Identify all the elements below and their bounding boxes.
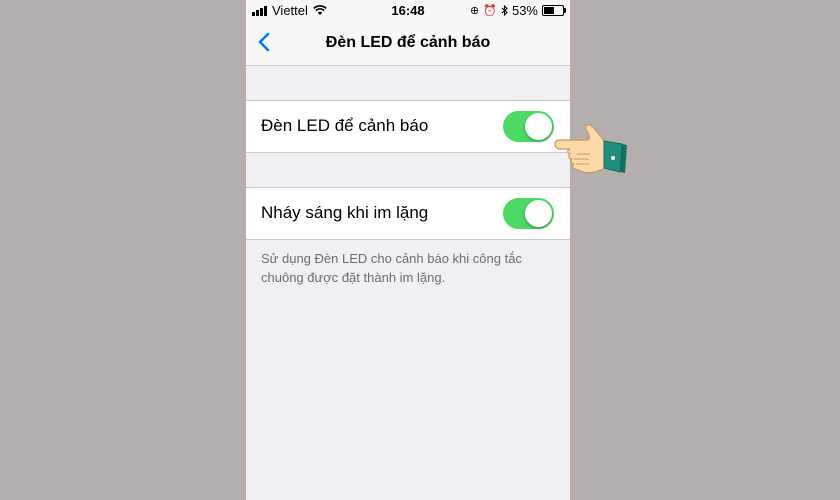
battery-icon <box>542 5 566 16</box>
toggle-knob <box>525 113 552 140</box>
page-title: Đèn LED để cảnh báo <box>325 34 491 51</box>
bluetooth-icon <box>501 5 508 16</box>
pointing-hand-icon <box>554 124 627 174</box>
flash-on-silent-row: Nháy sáng khi im lặng <box>246 187 570 240</box>
navigation-bar: Đèn LED để cảnh báo <box>246 20 570 66</box>
led-alert-label: Đèn LED để cảnh báo <box>261 116 429 135</box>
led-alert-row: Đèn LED để cảnh báo <box>246 100 570 153</box>
status-right: ⊕ ⏰ 53% <box>466 3 566 18</box>
battery-percent: 53% <box>511 3 538 18</box>
alarm-icon: ⏰ <box>483 5 497 17</box>
flash-on-silent-label: Nháy sáng khi im lặng <box>261 203 429 222</box>
toggle-knob <box>525 200 552 227</box>
flash-on-silent-toggle[interactable] <box>503 198 554 229</box>
battery-fill <box>544 7 554 14</box>
led-alert-toggle[interactable] <box>503 111 554 142</box>
orientation-lock-icon: ⊕ <box>470 5 480 17</box>
footer-note: Sử dụng Đèn LED cho cảnh báo khi công tắ… <box>261 251 522 285</box>
status-bar: Viettel 16:48 ⊕ ⏰ 53% <box>246 0 570 20</box>
phone-screen: Viettel 16:48 ⊕ ⏰ 53% Đèn LED để cảnh bá… <box>246 0 570 500</box>
